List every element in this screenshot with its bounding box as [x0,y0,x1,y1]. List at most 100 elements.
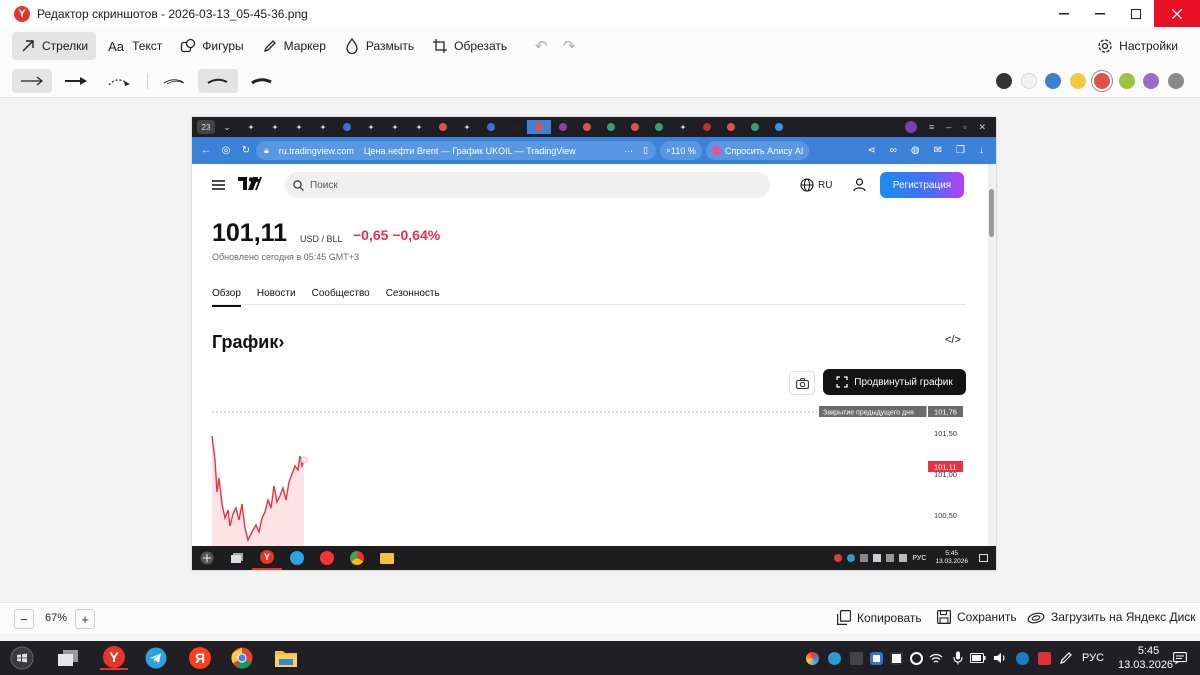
inner-tray-icon[interactable] [847,554,856,562]
yandex-browser-icon[interactable]: Y [100,646,128,670]
browser-tab[interactable] [479,120,503,134]
color-swatch[interactable] [1167,73,1184,89]
browser-tab[interactable]: ✦ [407,120,431,134]
browser-tab[interactable]: ✦ [671,120,695,134]
browser-tab[interactable] [335,120,359,134]
color-swatch[interactable] [996,73,1012,89]
inner-lang[interactable]: РУС [912,555,926,562]
browser-tab[interactable] [767,120,791,134]
tool-shapes[interactable]: Фигуры [172,32,251,60]
tradingview-logo-icon[interactable] [238,177,262,191]
tool-crop[interactable]: Обрезать [424,32,515,60]
browser-tab[interactable] [623,120,647,134]
color-swatch[interactable] [1020,73,1037,89]
start-icon[interactable] [8,646,36,670]
browser-tab[interactable]: ✦ [455,120,479,134]
tab-counter[interactable]: 23 [197,120,215,134]
hamburger-icon[interactable] [212,180,225,190]
inner-telegram-icon[interactable] [282,546,312,570]
price-chart[interactable]: Закрытие предыдущего дня 101,76 101,50 1… [192,400,988,546]
browser-tab[interactable]: ✦ [359,120,383,134]
tray-app-icon[interactable] [826,650,842,666]
browser-tab[interactable]: ✦ [263,120,287,134]
tray-app-icon[interactable] [888,650,904,666]
tool-arrows[interactable]: Стрелки [12,32,97,60]
chevron-down-icon[interactable]: ⌄ [215,120,239,134]
page-scrollbar-thumb[interactable] [989,189,994,237]
tool-blur[interactable]: Размыть [336,32,422,60]
browser-tab[interactable] [719,120,743,134]
inner-tray-icon[interactable] [886,554,895,562]
reload-icon[interactable]: ↻ [236,145,256,156]
color-swatch[interactable] [1069,73,1086,89]
color-swatch[interactable] [1118,73,1135,89]
tool-marker[interactable]: Маркер [254,32,334,60]
alice-button[interactable]: Спросить Алису AI [705,141,810,160]
speaker-icon[interactable] [992,650,1008,666]
share-icon[interactable]: ⋖ [867,145,875,156]
register-button[interactable]: Регистрация [880,172,964,198]
browser-tab[interactable] [575,120,599,134]
url-field[interactable]: 🔒︎ ru.tradingview.com Цена нефти Brent —… [256,141,656,160]
browser-tab[interactable] [503,120,527,134]
arrow-style-dotted[interactable] [100,69,140,93]
yandex-icon[interactable]: Я [186,646,214,670]
bookmark-icon[interactable]: ▯ [643,145,648,156]
stroke-thick[interactable] [242,69,282,93]
inner-tray-icon[interactable] [873,554,882,562]
redo-icon[interactable]: ↷ [555,32,583,60]
stroke-medium[interactable] [198,69,238,93]
embed-code-icon[interactable]: </> [945,334,961,346]
stroke-thin[interactable] [154,69,194,93]
mail-icon[interactable]: ✉ [934,145,942,156]
vpn-icon[interactable]: ◍ [911,145,920,156]
browser-tab[interactable] [743,120,767,134]
inner-start-icon[interactable] [192,546,222,570]
browser-tab[interactable]: ✦ [239,120,263,134]
inner-yandex-search-icon[interactable] [312,546,342,570]
shield-icon[interactable]: ◎ [216,145,236,156]
arrow-style-bold[interactable] [56,69,96,93]
download-icon[interactable]: ↓ [979,145,984,156]
task-view-icon[interactable] [54,646,82,670]
inner-yandex-icon[interactable]: Y [252,546,282,570]
minimize-button[interactable] [1082,0,1118,27]
inner-chrome-icon[interactable] [342,546,372,570]
mask-icon[interactable]: ∞ [890,145,897,156]
upload-disk-button[interactable]: Загрузить на Яндекс Диск [1027,610,1196,624]
profile-avatar[interactable] [904,121,917,133]
inner-tray-icon[interactable] [834,554,843,562]
inner-folder-icon[interactable] [372,546,402,570]
tray-app-icon[interactable] [908,650,924,666]
browser-tab[interactable] [599,120,623,134]
inner-tray-icon[interactable] [860,554,869,562]
browser-tab[interactable] [647,120,671,134]
search-input[interactable]: Поиск [285,172,770,198]
microphone-icon[interactable] [950,650,966,666]
notification-icon[interactable] [1172,650,1188,666]
tray-app-icon[interactable] [848,650,864,666]
save-button[interactable]: Сохранить [937,610,1017,624]
inner-desktop-icon[interactable] [222,546,252,570]
browser-tab[interactable]: ✦ [287,120,311,134]
tool-text[interactable]: Aa Текст [98,32,170,60]
screenshot-image[interactable]: 23 ⌄ ✦ ✦ ✦ ✦ ✦ ✦ ✦ ✦ ✦ ≡ – ▫ ✕ ← ◎ ↻ 🔒︎ ru.tradi… [192,117,996,570]
wifi-icon[interactable] [928,650,944,666]
copy-button[interactable]: Копировать [837,610,922,625]
inner-notification-icon[interactable] [979,554,988,562]
tray-app-icon[interactable] [1014,650,1030,666]
telegram-icon[interactable] [142,646,170,670]
inner-tray-icon[interactable] [899,554,908,562]
zoom-in-button[interactable]: + [75,609,95,629]
maximize-button[interactable] [1118,0,1154,27]
chart-heading[interactable]: График› [212,332,284,353]
browser-tab[interactable] [431,120,455,134]
file-explorer-icon[interactable] [272,646,300,670]
tray-app-icon[interactable] [868,650,884,666]
color-swatch[interactable] [1045,73,1061,89]
back-icon[interactable]: ← [196,145,216,156]
close-icon[interactable]: ✕ [978,122,986,133]
browser-tab[interactable] [551,120,575,134]
battery-icon[interactable] [970,650,986,666]
language-selector[interactable]: RU [800,178,832,192]
